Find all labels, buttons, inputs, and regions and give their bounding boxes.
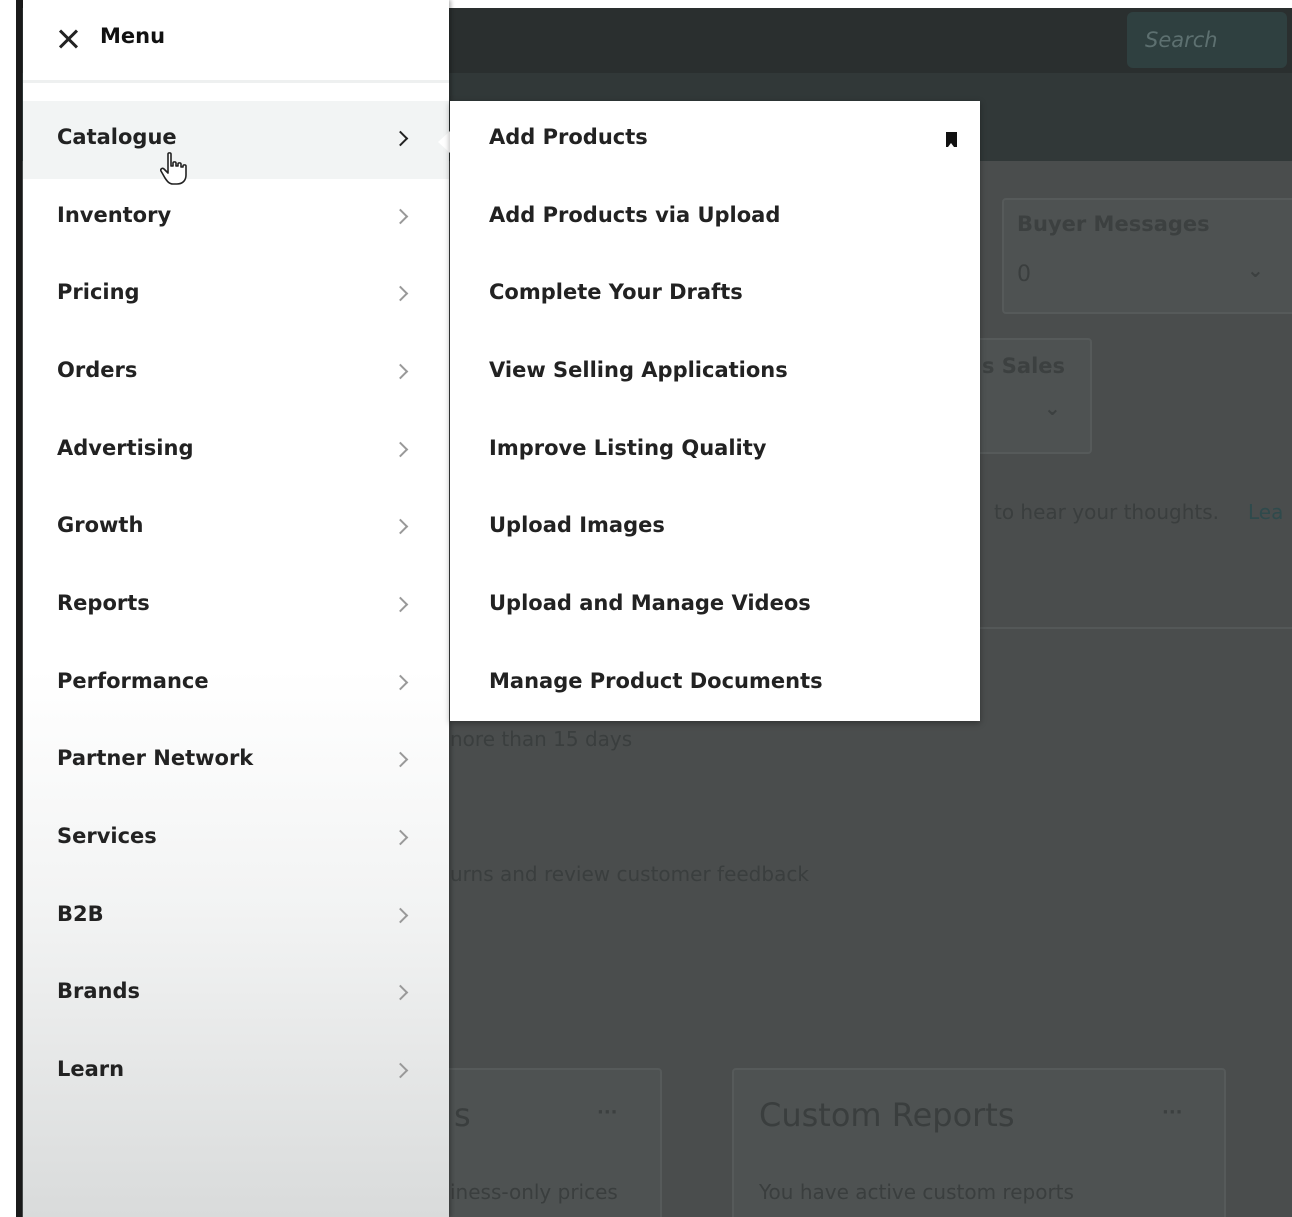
submenu-item-label: Improve Listing Quality bbox=[489, 436, 767, 460]
side-menu-panel: Menu Catalogue Inventory Pricing Orders … bbox=[23, 0, 449, 1217]
menu-item-brands[interactable]: Brands bbox=[23, 955, 449, 1033]
menu-header: Menu bbox=[23, 0, 449, 83]
submenu-item-label: View Selling Applications bbox=[489, 358, 788, 382]
days-text: nore than 15 days bbox=[450, 727, 633, 751]
sales-card-title: s Sales bbox=[982, 354, 1066, 378]
feedback-text: to hear your thoughts. bbox=[994, 500, 1219, 524]
chevron-right-icon bbox=[395, 907, 407, 925]
menu-item-label: Brands bbox=[57, 979, 141, 1003]
menu-item-learn[interactable]: Learn bbox=[23, 1033, 449, 1111]
chevron-down-icon[interactable]: ⌄ bbox=[1247, 258, 1264, 282]
chevron-right-icon bbox=[395, 596, 407, 614]
submenu-pointer bbox=[438, 131, 450, 153]
buyer-messages-value: 0 bbox=[1017, 262, 1031, 287]
menu-item-label: Inventory bbox=[57, 203, 172, 227]
custom-reports-text: You have active custom reports bbox=[759, 1180, 1074, 1204]
menu-item-growth[interactable]: Growth bbox=[23, 489, 449, 567]
bookmark-icon[interactable] bbox=[946, 132, 957, 147]
submenu-item-label: Upload Images bbox=[489, 513, 665, 537]
menu-item-orders[interactable]: Orders bbox=[23, 334, 449, 412]
menu-item-partner-network[interactable]: Partner Network bbox=[23, 722, 449, 800]
submenu-item-manage-product-documents[interactable]: Manage Product Documents bbox=[450, 645, 980, 723]
chevron-right-icon bbox=[395, 829, 407, 847]
menu-item-b2b[interactable]: B2B bbox=[23, 878, 449, 956]
chevron-right-icon bbox=[395, 441, 407, 459]
more-options-icon[interactable]: ··· bbox=[1162, 1102, 1183, 1123]
submenu-item-label: Add Products via Upload bbox=[489, 203, 781, 227]
submenu-item-complete-drafts[interactable]: Complete Your Drafts bbox=[450, 256, 980, 334]
buyer-messages-title: Buyer Messages bbox=[1017, 212, 1210, 236]
chevron-right-icon bbox=[395, 363, 407, 381]
chevron-right-icon bbox=[395, 751, 407, 769]
more-options-icon[interactable]: ··· bbox=[597, 1102, 618, 1123]
menu-item-label: Performance bbox=[57, 669, 209, 693]
menu-item-label: Services bbox=[57, 824, 157, 848]
menu-title: Menu bbox=[100, 24, 166, 48]
search-button[interactable]: Search bbox=[1127, 12, 1287, 68]
chevron-down-icon[interactable]: ⌄ bbox=[1044, 396, 1061, 420]
chevron-right-icon bbox=[395, 984, 407, 1002]
submenu-item-improve-listing-quality[interactable]: Improve Listing Quality bbox=[450, 412, 980, 490]
chevron-right-icon bbox=[395, 674, 407, 692]
chevron-right-icon bbox=[395, 518, 407, 536]
chevron-right-icon bbox=[395, 285, 407, 303]
submenu-item-label: Complete Your Drafts bbox=[489, 280, 743, 304]
menu-item-advertising[interactable]: Advertising bbox=[23, 412, 449, 490]
menu-item-services[interactable]: Services bbox=[23, 800, 449, 878]
menu-item-reports[interactable]: Reports bbox=[23, 567, 449, 645]
business-card-text: iness-only prices bbox=[450, 1180, 618, 1204]
hand-cursor-icon bbox=[160, 152, 187, 185]
menu-item-label: B2B bbox=[57, 902, 104, 926]
custom-reports-title: Custom Reports bbox=[759, 1096, 1015, 1134]
menu-item-label: Orders bbox=[57, 358, 138, 382]
menu-item-label: Learn bbox=[57, 1057, 125, 1081]
menu-item-label: Catalogue bbox=[57, 125, 177, 149]
submenu-item-label: Upload and Manage Videos bbox=[489, 591, 811, 615]
menu-item-pricing[interactable]: Pricing bbox=[23, 256, 449, 334]
submenu-item-upload-manage-videos[interactable]: Upload and Manage Videos bbox=[450, 567, 980, 645]
menu-item-label: Pricing bbox=[57, 280, 140, 304]
chevron-right-icon bbox=[395, 1062, 407, 1080]
submenu-item-upload-images[interactable]: Upload Images bbox=[450, 489, 980, 567]
close-icon[interactable] bbox=[57, 28, 79, 50]
menu-item-label: Reports bbox=[57, 591, 150, 615]
submenu-item-add-products[interactable]: Add Products bbox=[450, 101, 980, 179]
menu-item-performance[interactable]: Performance bbox=[23, 645, 449, 723]
menu-item-inventory[interactable]: Inventory bbox=[23, 179, 449, 257]
chevron-right-icon bbox=[395, 130, 407, 148]
menu-item-catalogue[interactable]: Catalogue bbox=[23, 101, 449, 179]
submenu-item-add-products-via-upload[interactable]: Add Products via Upload bbox=[450, 179, 980, 257]
returns-text: urns and review customer feedback bbox=[450, 862, 809, 886]
catalogue-submenu: Add Products Add Products via Upload Com… bbox=[450, 101, 980, 721]
chevron-right-icon bbox=[395, 208, 407, 226]
submenu-item-label: Add Products bbox=[489, 125, 648, 149]
submenu-item-view-selling-applications[interactable]: View Selling Applications bbox=[450, 334, 980, 412]
menu-item-label: Partner Network bbox=[57, 746, 254, 770]
menu-item-label: Growth bbox=[57, 513, 144, 537]
feedback-learn-link[interactable]: Lea bbox=[1248, 500, 1283, 524]
menu-item-label: Advertising bbox=[57, 436, 194, 460]
business-card-title: s bbox=[454, 1096, 471, 1134]
submenu-item-label: Manage Product Documents bbox=[489, 669, 823, 693]
